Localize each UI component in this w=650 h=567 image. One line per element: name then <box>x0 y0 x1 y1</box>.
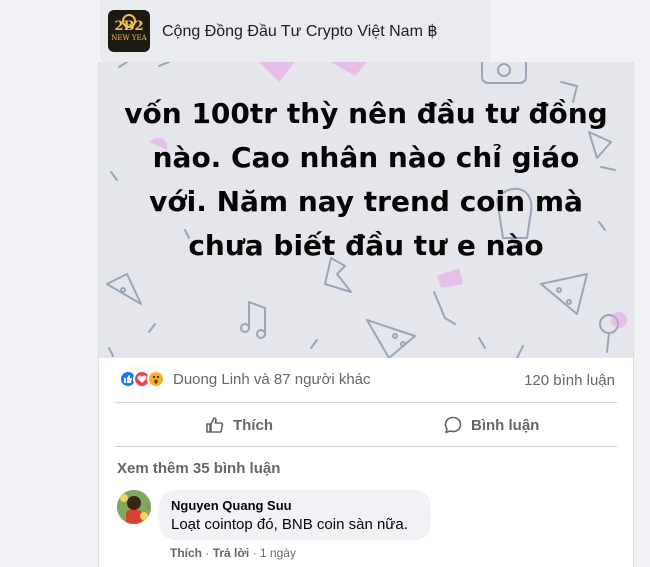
avatar-ring-decoration <box>122 14 136 28</box>
group-avatar[interactable]: 2B2 NEW YEA <box>108 10 150 52</box>
post-background: vốn 100tr thỳ nên đầu tư đồng nào. Cao n… <box>99 62 633 358</box>
comment-icon <box>444 416 462 434</box>
separator: · <box>205 546 213 560</box>
thumbs-up-icon <box>206 417 224 433</box>
comment-like-link[interactable]: Thích <box>170 546 202 560</box>
separator: · <box>252 546 260 560</box>
comment-button-label: Bình luận <box>471 416 540 434</box>
comment-text: Loạt cointop đó, BNB coin sàn nữa. <box>171 516 408 533</box>
divider <box>115 402 617 403</box>
post-text: vốn 100tr thỳ nên đầu tư đồng nào. Cao n… <box>124 97 608 262</box>
post-card: vốn 100tr thỳ nên đầu tư đồng nào. Cao n… <box>98 62 634 567</box>
comment-count[interactable]: 120 bình luận <box>524 372 615 389</box>
group-header[interactable]: 2B2 NEW YEA Cộng Đồng Đầu Tư Crypto Việt… <box>100 0 490 62</box>
reaction-text[interactable]: Duong Linh và 87 người khác <box>173 371 371 388</box>
like-button-label: Thích <box>233 416 273 434</box>
divider <box>115 446 617 447</box>
commenter-avatar[interactable] <box>117 490 151 524</box>
group-avatar-subtext: NEW YEA <box>111 33 147 42</box>
comment-button[interactable]: Bình luận <box>443 410 539 440</box>
comment-reply-link[interactable]: Trả lời <box>213 546 250 560</box>
comment-time[interactable]: 1 ngày <box>260 546 296 560</box>
comment-bubble: Nguyen Quang Suu Loạt cointop đó, BNB co… <box>159 490 431 540</box>
group-name[interactable]: Cộng Đồng Đầu Tư Crypto Việt Nam ฿ <box>162 21 438 41</box>
comment-author[interactable]: Nguyen Quang Suu <box>171 498 419 513</box>
see-more-comments-link[interactable]: Xem thêm 35 bình luận <box>117 460 280 477</box>
wow-icon <box>147 370 165 388</box>
like-button[interactable]: Thích <box>205 410 273 440</box>
comment-actions: Thích · Trả lời · 1 ngày <box>170 546 296 560</box>
reaction-summary[interactable]: Duong Linh và 87 người khác <box>119 370 371 388</box>
